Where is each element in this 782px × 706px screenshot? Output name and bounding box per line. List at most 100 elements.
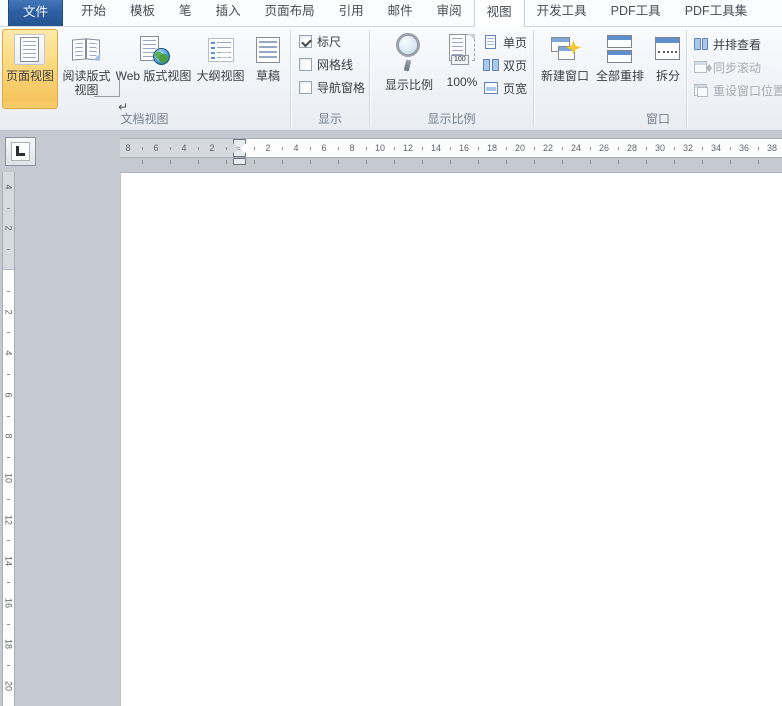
h-ruler-tick [142, 147, 143, 150]
reset-window-position-button: 重设窗口位置 [692, 82, 782, 99]
group-label-window: 窗口 [534, 110, 782, 127]
v-ruler-tick [7, 665, 10, 666]
horizontal-ruler[interactable]: 86422468101214161820222426283032343638 [120, 138, 782, 158]
synchronous-scrolling-button: 同步滚动 [692, 59, 782, 76]
ruler-checkbox[interactable] [299, 35, 312, 48]
gridlines-checkbox[interactable] [299, 58, 312, 71]
gridlines-checkbox-row[interactable]: 网格线 [299, 56, 353, 72]
document-page[interactable] [120, 172, 782, 706]
h-ruler-tick [142, 160, 143, 164]
zoom-page-buttons: 单页 双页 页宽 [482, 34, 527, 103]
hanging-indent-marker[interactable] [233, 149, 246, 157]
h-ruler-tick [422, 160, 423, 164]
ruler-checkbox-row[interactable]: 标尺 [299, 33, 341, 49]
full-screen-reading-button[interactable]: 阅读版式视图 [58, 29, 115, 109]
print-layout-button[interactable]: 页面视图 [2, 29, 58, 109]
h-ruler-tick [674, 147, 675, 150]
navpane-checkbox[interactable] [299, 81, 312, 94]
zoom-100-button[interactable]: 100 100% [440, 33, 484, 89]
tab-PDF工具集[interactable]: PDF工具集 [673, 0, 760, 26]
h-ruler-tick [646, 160, 647, 164]
web-layout-button[interactable]: Web 版式视图 [115, 29, 192, 109]
sync-scroll-icon [692, 60, 710, 75]
h-ruler-number: 24 [566, 139, 586, 157]
h-ruler-tick [170, 147, 171, 150]
h-ruler-number: 6 [314, 139, 334, 157]
first-line-indent-marker[interactable] [233, 139, 246, 148]
view-side-by-side-button[interactable]: 并排查看 [692, 36, 782, 53]
margin-corner-mark [94, 96, 119, 97]
tab-视图[interactable]: 视图 [474, 0, 525, 27]
h-ruler-tick [702, 147, 703, 150]
tab-页面布局[interactable]: 页面布局 [253, 0, 327, 26]
h-ruler-tick [254, 147, 255, 150]
arrange-all-button[interactable]: 全部重排 [592, 29, 648, 109]
v-ruler-number: 6 [3, 389, 15, 400]
tab-selector[interactable] [5, 137, 36, 166]
group-label-zoom: 显示比例 [370, 110, 533, 127]
outline-view-button[interactable]: 大纲视图 [192, 29, 249, 109]
new-window-button[interactable]: 新建窗口 [538, 29, 592, 109]
side-by-side-icon [692, 37, 710, 52]
tab-strip: 开始模板笔插入页面布局引用邮件审阅视图开发工具PDF工具PDF工具集 [69, 0, 759, 26]
h-ruler-number: 36 [734, 139, 754, 157]
tab-引用[interactable]: 引用 [327, 0, 376, 26]
split-icon [651, 33, 685, 67]
vertical-ruler[interactable]: 422468101214161820 [2, 172, 15, 706]
h-ruler-tick [394, 147, 395, 150]
tab-file[interactable]: 文件 [8, 0, 63, 26]
h-ruler-tick [282, 160, 283, 164]
tab-审阅[interactable]: 审阅 [425, 0, 474, 26]
v-ruler-tick [7, 416, 10, 417]
tab-开始[interactable]: 开始 [69, 0, 118, 26]
navpane-checkbox-row[interactable]: 导航窗格 [299, 79, 365, 95]
h-ruler-number: 32 [678, 139, 698, 157]
reset-window-icon [692, 83, 710, 98]
h-ruler-tick [534, 147, 535, 150]
tab-PDF工具[interactable]: PDF工具 [599, 0, 673, 26]
v-ruler-number: 18 [3, 639, 15, 650]
tab-模板[interactable]: 模板 [118, 0, 167, 26]
h-ruler-tick [282, 147, 283, 150]
one-page-button[interactable]: 单页 [482, 34, 527, 51]
split-button[interactable]: 拆分 [648, 29, 688, 109]
v-ruler-tick [7, 374, 10, 375]
h-ruler-tick [590, 160, 591, 164]
tab-笔[interactable]: 笔 [167, 0, 204, 26]
two-pages-icon [482, 58, 500, 73]
page-width-button[interactable]: 页宽 [482, 80, 527, 97]
two-pages-button[interactable]: 双页 [482, 57, 527, 74]
group-label-show: 显示 [291, 110, 369, 127]
h-ruler-tick [506, 147, 507, 150]
draft-view-icon [251, 33, 285, 67]
v-ruler-number: 2 [3, 306, 15, 317]
h-ruler-number: 2 [202, 139, 222, 157]
tab-开发工具[interactable]: 开发工具 [525, 0, 599, 26]
h-ruler-tick [366, 147, 367, 150]
tab-插入[interactable]: 插入 [204, 0, 253, 26]
left-tab-icon [16, 146, 25, 156]
group-zoom: 显示比例 100 100% 单页 双页 页宽 显示比例 [370, 27, 533, 130]
v-ruler-number: 12 [3, 514, 15, 525]
paragraph-mark: ↵ [118, 100, 128, 114]
h-ruler-tick [422, 147, 423, 150]
v-ruler-tick [7, 624, 10, 625]
h-ruler-number: 20 [510, 139, 530, 157]
v-ruler-tick [7, 540, 10, 541]
zoom-button[interactable]: 显示比例 [378, 32, 440, 93]
h-ruler-tick [198, 160, 199, 164]
v-ruler-number: 16 [3, 597, 15, 608]
h-ruler-number: 4 [286, 139, 306, 157]
h-ruler-tick [702, 160, 703, 164]
v-ruler-number: 4 [3, 181, 15, 192]
tab-邮件[interactable]: 邮件 [376, 0, 425, 26]
h-ruler-number: 6 [146, 139, 166, 157]
v-ruler-tick [7, 499, 10, 500]
draft-view-button[interactable]: 草稿 [249, 29, 287, 109]
one-page-icon [482, 35, 500, 50]
h-ruler-number: 30 [650, 139, 670, 157]
v-ruler-number: 2 [3, 223, 15, 234]
h-ruler-tick [254, 160, 255, 164]
globe-icon [153, 48, 170, 65]
h-ruler-tick [198, 147, 199, 150]
